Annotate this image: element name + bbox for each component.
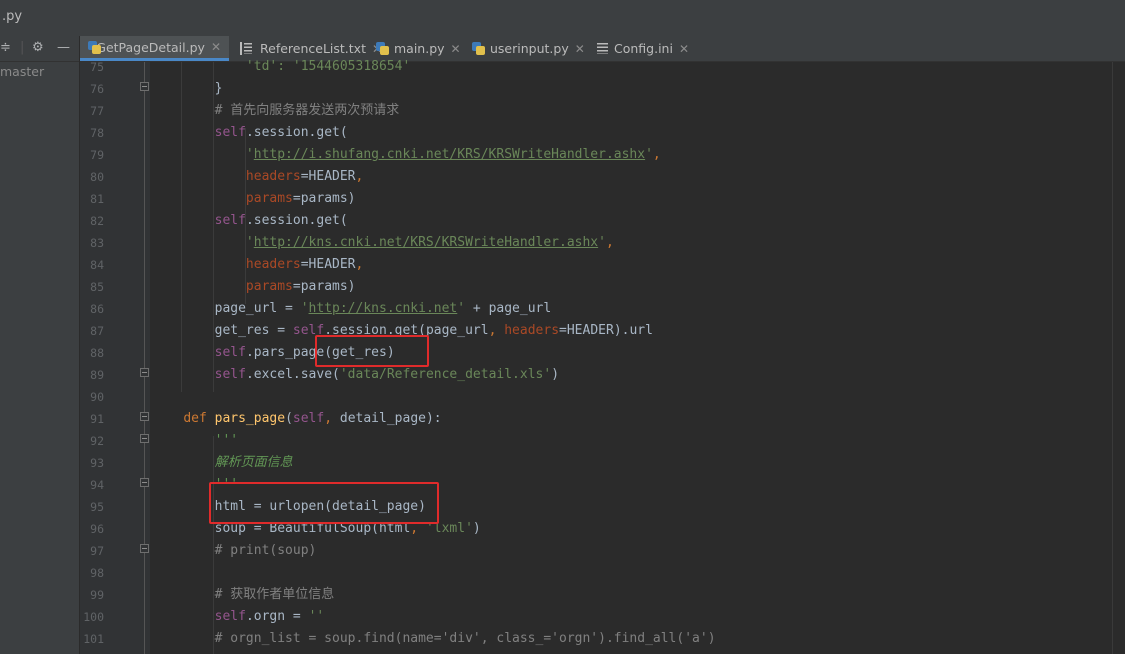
tab-userinput[interactable]: userinput.py ✕ [464, 36, 593, 61]
code-line: self.orgn = '' [214, 609, 325, 624]
line-number: 100 [83, 610, 104, 624]
minimize-icon[interactable]: — [57, 40, 70, 55]
code-line: def pars_page(self, detail_page): [183, 411, 442, 426]
vcs-branch: master [0, 64, 45, 79]
code-line: # 获取作者单位信息 [152, 587, 335, 602]
code-line: self.excel.save('data/Reference_detail.x… [214, 367, 560, 382]
fold-marker-icon[interactable] [140, 412, 149, 421]
code-line: self.session.get( [214, 213, 348, 228]
line-number: 93 [90, 456, 104, 470]
config-file-icon [596, 42, 609, 55]
line-number: 75 [90, 60, 104, 74]
close-icon[interactable]: ✕ [211, 40, 221, 54]
highlight-box [209, 482, 439, 524]
code-line: 解析页面信息 [152, 455, 293, 470]
line-number: 98 [90, 566, 104, 580]
fold-marker-icon[interactable] [140, 478, 149, 487]
code-line: # 首先向服务器发送两次预请求 [152, 103, 400, 118]
code-line: params=params) [245, 191, 356, 206]
fold-marker-icon[interactable] [140, 82, 149, 91]
line-number: 101 [83, 632, 104, 646]
collapse-all-icon[interactable]: ≑ [0, 40, 11, 55]
python-file-icon [376, 42, 389, 55]
line-number: 99 [90, 588, 104, 602]
line-number: 85 [90, 280, 104, 294]
line-number: 76 [90, 82, 104, 96]
gutter-divider [144, 62, 145, 654]
tab-config[interactable]: Config.ini ✕ [588, 36, 697, 61]
tab-label: main.py [394, 41, 445, 56]
code-line: # print(soup) [152, 543, 317, 558]
code-line: params=params) [245, 279, 356, 294]
toolbar-divider: | [20, 40, 25, 55]
line-number: 92 [90, 434, 104, 448]
tab-label: ReferenceList.txt [260, 41, 366, 56]
highlight-box [315, 335, 429, 367]
code-line: page_url = 'http://kns.cnki.net' + page_… [152, 301, 552, 316]
line-number: 97 [90, 544, 104, 558]
code-line: headers=HEADER, [245, 169, 364, 184]
line-number: 90 [90, 390, 104, 404]
line-number: 95 [90, 500, 104, 514]
python-file-icon [472, 42, 485, 55]
code-line: self.session.get( [214, 125, 348, 140]
close-icon[interactable]: ✕ [679, 42, 689, 56]
text-file-icon [240, 42, 255, 55]
close-icon[interactable]: ✕ [451, 42, 461, 56]
line-number: 82 [90, 214, 104, 228]
line-number: 89 [90, 368, 104, 382]
fold-marker-icon[interactable] [140, 434, 149, 443]
line-number: 78 [90, 126, 104, 140]
line-number: 91 [90, 412, 104, 426]
line-number: 80 [90, 170, 104, 184]
vertical-scrollbar[interactable] [1112, 62, 1125, 654]
code-line: 'td': '1544605318654' [152, 59, 411, 74]
line-number: 86 [90, 302, 104, 316]
code-line: } [152, 81, 223, 96]
line-number: 81 [90, 192, 104, 206]
line-number: 83 [90, 236, 104, 250]
window-title: .py [2, 9, 23, 24]
line-number: 84 [90, 258, 104, 272]
line-number: 88 [90, 346, 104, 360]
code-line: # orgn_list = soup.find(name='div', clas… [152, 631, 716, 646]
tab-label: Config.ini [614, 41, 673, 56]
code-line: ''' [152, 433, 239, 448]
line-number: 87 [90, 324, 104, 338]
line-number: 94 [90, 478, 104, 492]
code-line: 'http://kns.cnki.net/KRS/KRSWriteHandler… [245, 235, 614, 250]
fold-marker-icon[interactable] [140, 544, 149, 553]
close-icon[interactable]: ✕ [575, 42, 585, 56]
python-file-icon [88, 40, 101, 54]
code-line: 'http://i.shufang.cnki.net/KRS/KRSWriteH… [245, 147, 661, 162]
code-editor[interactable]: 'td': '1544605318654' } # 首先向服务器发送两次预请求 … [152, 59, 1112, 654]
project-toolbar: ≑ | ⚙ — [0, 36, 79, 62]
tab-label: GetPageDetail.py [96, 39, 205, 55]
line-number: 96 [90, 522, 104, 536]
fold-marker-icon[interactable] [140, 368, 149, 377]
project-panel: ≑ | ⚙ — master [0, 36, 80, 654]
gear-icon[interactable]: ⚙ [32, 40, 44, 55]
line-number: 77 [90, 104, 104, 118]
tab-label: userinput.py [490, 41, 569, 56]
line-number: 79 [90, 148, 104, 162]
title-bar: .py [0, 0, 1125, 37]
code-line: headers=HEADER, [245, 257, 364, 272]
